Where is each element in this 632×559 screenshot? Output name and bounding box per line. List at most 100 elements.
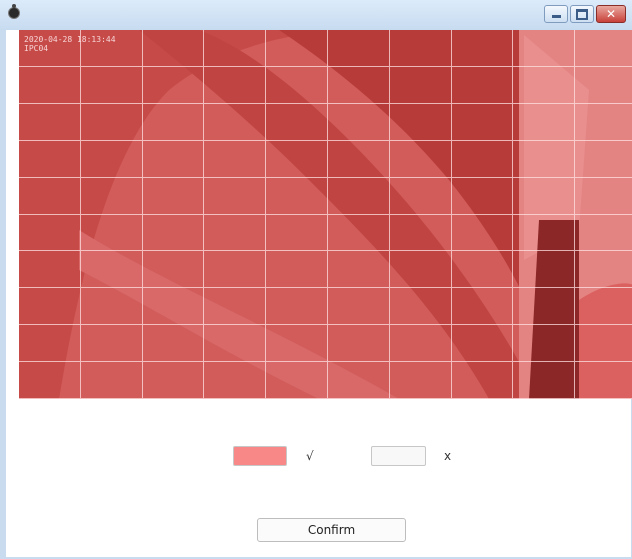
selected-color-swatch[interactable]	[233, 446, 287, 466]
grid-cell[interactable]	[204, 30, 267, 67]
grid-cell[interactable]	[266, 362, 328, 399]
grid-cell[interactable]	[204, 177, 267, 215]
grid-cell[interactable]	[142, 177, 205, 215]
grid-cell[interactable]	[575, 178, 632, 215]
grid-cell[interactable]	[513, 103, 576, 141]
grid-cell[interactable]	[266, 251, 328, 289]
grid-cell[interactable]	[327, 140, 390, 178]
grid-cell[interactable]	[266, 214, 328, 252]
grid-cell[interactable]	[204, 214, 267, 252]
grid-cell[interactable]	[389, 214, 452, 252]
grid-cell[interactable]	[451, 66, 514, 104]
grid-cell[interactable]	[80, 140, 143, 178]
grid-cell[interactable]	[19, 362, 81, 399]
grid-cell[interactable]	[204, 66, 267, 104]
grid-cell[interactable]	[80, 325, 143, 363]
unselected-color-swatch[interactable]	[371, 446, 426, 466]
grid-cell[interactable]	[575, 104, 632, 141]
grid-cell[interactable]	[513, 325, 576, 363]
grid-cell[interactable]	[19, 140, 81, 178]
grid-cell[interactable]	[19, 177, 81, 215]
grid-cell[interactable]	[451, 288, 514, 326]
grid-cell[interactable]	[575, 288, 632, 326]
grid-cell[interactable]	[451, 177, 514, 215]
grid-cell[interactable]	[266, 30, 328, 67]
grid-cell[interactable]	[204, 362, 267, 399]
grid-cell[interactable]	[327, 103, 390, 141]
grid-cell[interactable]	[80, 362, 143, 399]
grid-cell[interactable]	[80, 66, 143, 104]
grid-cell[interactable]	[142, 288, 205, 326]
grid-cell[interactable]	[451, 103, 514, 141]
grid-cell[interactable]	[389, 325, 452, 363]
grid-cell[interactable]	[142, 325, 205, 363]
grid-cell[interactable]	[327, 288, 390, 326]
grid-cell[interactable]	[451, 251, 514, 289]
grid-cell[interactable]	[389, 103, 452, 141]
grid-cell[interactable]	[389, 30, 452, 67]
grid-cell[interactable]	[389, 251, 452, 289]
grid-cell[interactable]	[327, 362, 390, 399]
grid-cell[interactable]	[389, 66, 452, 104]
grid-cell[interactable]	[204, 251, 267, 289]
grid-cell[interactable]	[451, 30, 514, 67]
grid-cell[interactable]	[142, 251, 205, 289]
detection-grid[interactable]	[19, 30, 632, 399]
grid-cell[interactable]	[575, 215, 632, 252]
grid-cell[interactable]	[389, 288, 452, 326]
grid-cell[interactable]	[575, 325, 632, 363]
grid-cell[interactable]	[204, 140, 267, 178]
grid-cell[interactable]	[327, 251, 390, 289]
grid-cell[interactable]	[513, 177, 576, 215]
grid-cell[interactable]	[266, 288, 328, 326]
maximize-button[interactable]	[570, 5, 594, 23]
grid-cell[interactable]	[80, 177, 143, 215]
grid-cell[interactable]	[19, 103, 81, 141]
grid-cell[interactable]	[80, 288, 143, 326]
grid-cell[interactable]	[266, 66, 328, 104]
grid-cell[interactable]	[266, 140, 328, 178]
grid-cell[interactable]	[327, 214, 390, 252]
grid-cell[interactable]	[266, 177, 328, 215]
grid-cell[interactable]	[513, 30, 576, 67]
grid-cell[interactable]	[389, 362, 452, 399]
grid-cell[interactable]	[513, 362, 576, 399]
grid-cell[interactable]	[389, 177, 452, 215]
grid-cell[interactable]	[19, 214, 81, 252]
grid-cell[interactable]	[327, 30, 390, 67]
grid-cell[interactable]	[575, 251, 632, 289]
close-button[interactable]: ✕	[596, 5, 626, 23]
grid-cell[interactable]	[451, 214, 514, 252]
grid-cell[interactable]	[327, 66, 390, 104]
grid-cell[interactable]	[513, 140, 576, 178]
grid-cell[interactable]	[513, 214, 576, 252]
grid-cell[interactable]	[19, 325, 81, 363]
grid-cell[interactable]	[451, 140, 514, 178]
grid-cell[interactable]	[80, 251, 143, 289]
grid-cell[interactable]	[513, 66, 576, 104]
grid-cell[interactable]	[327, 325, 390, 363]
grid-cell[interactable]	[451, 325, 514, 363]
grid-cell[interactable]	[142, 30, 205, 67]
grid-cell[interactable]	[575, 30, 632, 67]
minimize-button[interactable]	[544, 5, 568, 23]
grid-cell[interactable]	[142, 103, 205, 141]
grid-cell[interactable]	[575, 141, 632, 178]
title-bar[interactable]: ✕	[0, 0, 632, 30]
grid-cell[interactable]	[142, 362, 205, 399]
grid-cell[interactable]	[327, 177, 390, 215]
grid-cell[interactable]	[266, 103, 328, 141]
grid-cell[interactable]	[19, 251, 81, 289]
grid-cell[interactable]	[389, 140, 452, 178]
grid-cell[interactable]	[204, 103, 267, 141]
grid-cell[interactable]	[204, 325, 267, 363]
grid-cell[interactable]	[19, 66, 81, 104]
grid-cell[interactable]	[142, 140, 205, 178]
grid-cell[interactable]	[513, 251, 576, 289]
grid-cell[interactable]	[80, 214, 143, 252]
grid-cell[interactable]	[80, 103, 143, 141]
grid-cell[interactable]	[513, 288, 576, 326]
grid-cell[interactable]	[575, 362, 632, 399]
grid-cell[interactable]	[266, 325, 328, 363]
grid-cell[interactable]	[451, 362, 514, 399]
